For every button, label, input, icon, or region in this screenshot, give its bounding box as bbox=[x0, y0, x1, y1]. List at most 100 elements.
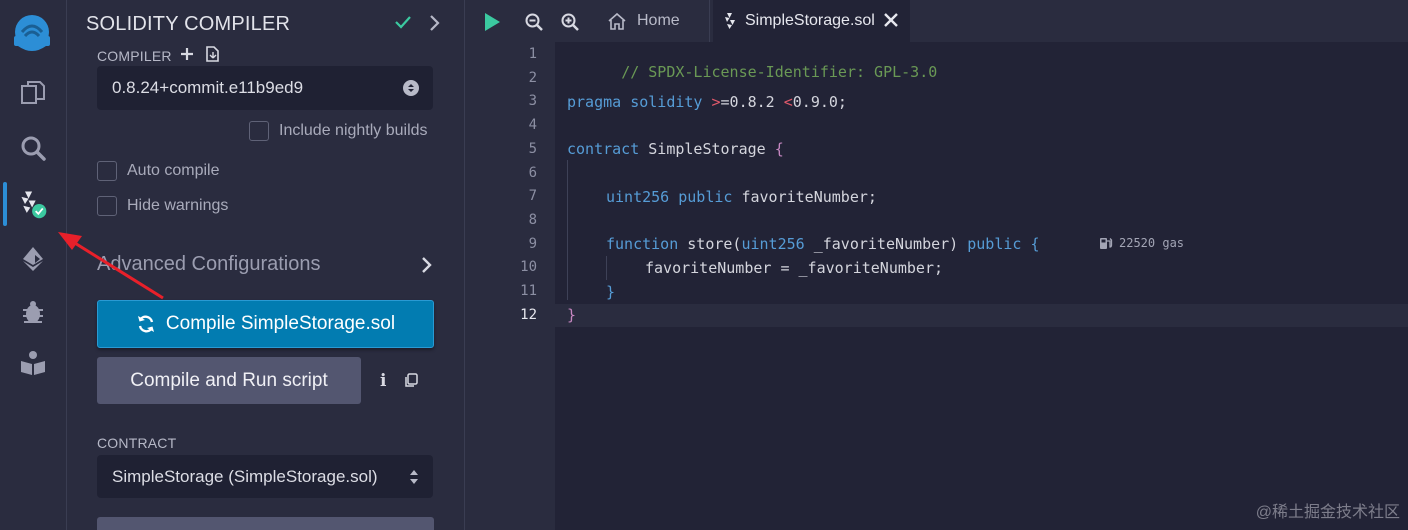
code-keyword: public bbox=[669, 188, 733, 206]
line-number: 5 bbox=[528, 140, 537, 157]
auto-compile-label: Auto compile bbox=[127, 162, 220, 179]
line-number: 3 bbox=[528, 93, 537, 110]
code-keyword: pragma solidity bbox=[567, 93, 712, 111]
line-number: 10 bbox=[520, 259, 537, 276]
code-text: SimpleStorage bbox=[639, 140, 775, 158]
editor-area: Home SimpleStorage.sol 1 2 3 4 5 6 7 8 9 10 11 12 /… bbox=[465, 0, 1408, 530]
solidity-compiler-icon[interactable] bbox=[17, 188, 49, 220]
plus-icon[interactable] bbox=[179, 46, 195, 62]
line-number-gutter: 1 2 3 4 5 6 7 8 9 10 11 12 bbox=[465, 42, 555, 530]
compile-and-run-button[interactable]: Compile and Run script bbox=[97, 357, 361, 404]
code-text: favoriteNumber; bbox=[732, 188, 877, 206]
auto-compile-checkbox[interactable] bbox=[97, 161, 117, 181]
run-icon[interactable] bbox=[481, 11, 503, 33]
code-text: 0.9.0; bbox=[792, 93, 847, 111]
include-nightly-label: Include nightly builds bbox=[279, 122, 428, 139]
select-arrows-icon bbox=[403, 80, 419, 96]
auto-compile-row[interactable]: Auto compile bbox=[97, 161, 220, 181]
code-line-10[interactable]: favoriteNumber = _favoriteNumber; bbox=[645, 259, 943, 277]
solidity-file-icon bbox=[725, 13, 735, 29]
editor-tabbar: Home SimpleStorage.sol bbox=[465, 0, 1408, 42]
line-number: 12 bbox=[520, 306, 537, 323]
refresh-icon bbox=[137, 315, 154, 333]
deploy-run-icon[interactable] bbox=[17, 243, 49, 275]
line-number: 4 bbox=[528, 117, 537, 134]
compile-button[interactable]: Compile SimpleStorage.sol bbox=[97, 300, 434, 348]
line-number: 8 bbox=[528, 211, 537, 228]
zoom-in-icon[interactable] bbox=[559, 11, 581, 33]
contract-select[interactable]: SimpleStorage (SimpleStorage.sol) bbox=[97, 455, 433, 498]
hide-warnings-row[interactable]: Hide warnings bbox=[97, 196, 228, 216]
tab-home-label: Home bbox=[637, 12, 680, 29]
hide-warnings-label: Hide warnings bbox=[127, 197, 229, 214]
code-line-12[interactable]: } bbox=[567, 306, 576, 324]
code-keyword: uint256 bbox=[741, 235, 805, 253]
hide-warnings-checkbox[interactable] bbox=[97, 196, 117, 216]
line-number: 7 bbox=[528, 188, 537, 205]
load-file-icon[interactable] bbox=[203, 45, 221, 63]
current-line-highlight bbox=[555, 304, 1408, 327]
gas-estimate-text: 22520 gas bbox=[1119, 236, 1185, 250]
publish-button[interactable] bbox=[97, 517, 434, 530]
code-line-1[interactable]: // SPDX-License-Identifier: GPL-3.0 bbox=[567, 45, 937, 99]
indent-guide bbox=[606, 256, 607, 280]
code-keyword: public bbox=[967, 235, 1022, 253]
info-icon[interactable]: i bbox=[380, 371, 386, 391]
file-explorer-icon[interactable] bbox=[17, 77, 49, 109]
copy-icon[interactable] bbox=[404, 373, 418, 388]
tab-file-label: SimpleStorage.sol bbox=[745, 12, 875, 29]
code-line-11[interactable]: } bbox=[606, 283, 615, 301]
code-line-9[interactable]: function store(uint256 _favoriteNumber) … bbox=[606, 235, 1040, 253]
code-brace: { bbox=[774, 140, 784, 158]
learneth-icon[interactable] bbox=[17, 347, 49, 379]
line-number: 9 bbox=[528, 235, 537, 252]
line-number: 11 bbox=[520, 283, 537, 299]
line-number: 1 bbox=[528, 46, 537, 62]
code-text: =0.8.2 bbox=[720, 93, 784, 111]
watermark: @稀土掘金技术社区 bbox=[1255, 504, 1400, 521]
active-indicator bbox=[3, 182, 7, 226]
line-number: 6 bbox=[528, 164, 537, 181]
include-nightly-checkbox[interactable] bbox=[249, 121, 269, 141]
line-number: 2 bbox=[528, 69, 537, 86]
compiler-label: COMPILER bbox=[97, 48, 172, 64]
code-keyword: function bbox=[606, 235, 679, 253]
contract-select-value: SimpleStorage (SimpleStorage.sol) bbox=[112, 466, 378, 486]
compiler-version-value: 0.8.24+commit.e11b9ed9 bbox=[112, 78, 304, 97]
icon-rail bbox=[0, 0, 67, 530]
code-keyword: uint256 bbox=[606, 188, 670, 206]
close-icon[interactable] bbox=[882, 11, 900, 29]
check-icon bbox=[395, 16, 411, 29]
code-line-5[interactable]: contract SimpleStorage { bbox=[567, 140, 784, 158]
tab-home[interactable]: Home bbox=[605, 0, 710, 42]
code-text: favoriteNumber = _favoriteNumber; bbox=[645, 259, 944, 277]
chevron-right-icon[interactable] bbox=[419, 255, 433, 275]
code-keyword: contract bbox=[567, 140, 640, 158]
advanced-configurations-toggle[interactable]: Advanced Configurations bbox=[97, 253, 437, 276]
code-line-3[interactable]: pragma solidity >=0.8.2 <0.9.0; bbox=[567, 93, 847, 111]
indent-guide bbox=[567, 160, 568, 300]
home-icon bbox=[608, 12, 626, 30]
include-nightly-row[interactable]: Include nightly builds bbox=[249, 121, 428, 141]
remix-ide: SOLIDITY COMPILER COMPILER 0.8.24+commit… bbox=[0, 0, 1408, 530]
select-arrows-icon bbox=[410, 469, 418, 484]
code-operator: < bbox=[783, 93, 793, 111]
code-brace: } bbox=[606, 283, 616, 301]
search-icon[interactable] bbox=[17, 132, 49, 164]
compile-button-label: Compile SimpleStorage.sol bbox=[165, 313, 396, 334]
code-brace: { bbox=[1021, 235, 1040, 253]
chevron-right-icon[interactable] bbox=[427, 13, 441, 33]
debugger-icon[interactable] bbox=[17, 296, 49, 328]
gas-pump-icon bbox=[1100, 238, 1113, 249]
code-line-7[interactable]: uint256 public favoriteNumber; bbox=[606, 188, 877, 206]
code-text: _favoriteNumber) bbox=[804, 235, 968, 253]
solidity-compiler-panel: SOLIDITY COMPILER COMPILER 0.8.24+commit… bbox=[67, 0, 465, 530]
contract-label: CONTRACT bbox=[97, 435, 177, 451]
code-brace: } bbox=[567, 306, 577, 324]
compiler-version-select[interactable]: 0.8.24+commit.e11b9ed9 bbox=[97, 66, 433, 110]
tab-simplestorage[interactable]: SimpleStorage.sol bbox=[713, 0, 910, 42]
panel-title: SOLIDITY COMPILER bbox=[86, 13, 291, 35]
remix-logo-icon[interactable] bbox=[8, 10, 56, 58]
zoom-out-icon[interactable] bbox=[523, 11, 545, 33]
code-operator: > bbox=[711, 93, 721, 111]
